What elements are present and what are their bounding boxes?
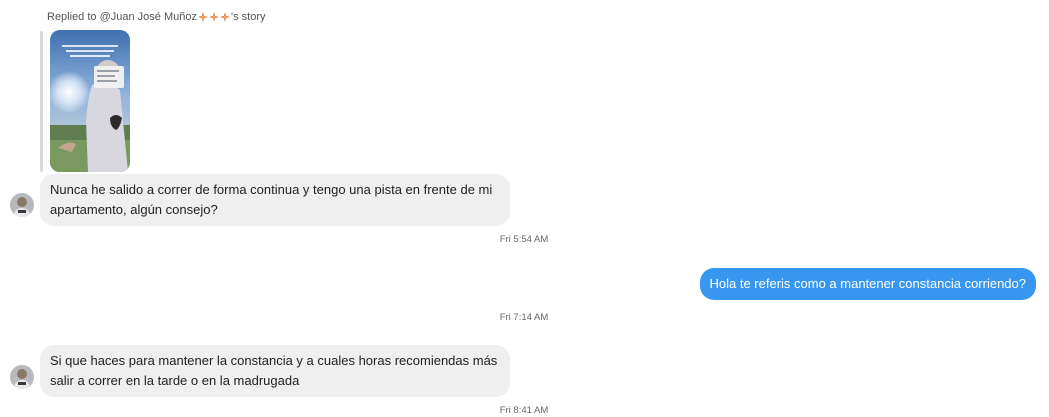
sender-avatar[interactable]: [10, 365, 34, 389]
message-thread: Replied to @Juan José Muñoz 's story Nun…: [0, 0, 1049, 417]
message-text: Hola te referis como a mantener constanc…: [709, 276, 1027, 291]
outgoing-message-bubble[interactable]: Hola te referis como a mantener constanc…: [699, 268, 1036, 300]
reply-caption-suffix: 's story: [230, 11, 266, 23]
story-thumbnail[interactable]: [50, 30, 130, 172]
message-timestamp: Fri 8:41 AM: [499, 405, 549, 416]
incoming-message-bubble[interactable]: Nunca he salido a correr de forma contin…: [40, 174, 510, 226]
incoming-message-bubble[interactable]: Si que haces para mantener la constancia…: [40, 345, 510, 397]
message-text: Si que haces para mantener la constancia…: [50, 353, 498, 388]
reply-caption-prefix: Replied to @Juan José Muñoz: [47, 11, 197, 23]
sparkle-emoji-icon: [197, 12, 231, 22]
message-timestamp: Fri 5:54 AM: [499, 234, 549, 245]
message-timestamp: Fri 7:14 AM: [499, 312, 549, 323]
message-text: Nunca he salido a correr de forma contin…: [50, 182, 493, 217]
sender-avatar[interactable]: [10, 193, 34, 217]
reply-quote-bar: [40, 31, 43, 172]
story-reply-caption: Replied to @Juan José Muñoz 's story: [47, 11, 265, 23]
